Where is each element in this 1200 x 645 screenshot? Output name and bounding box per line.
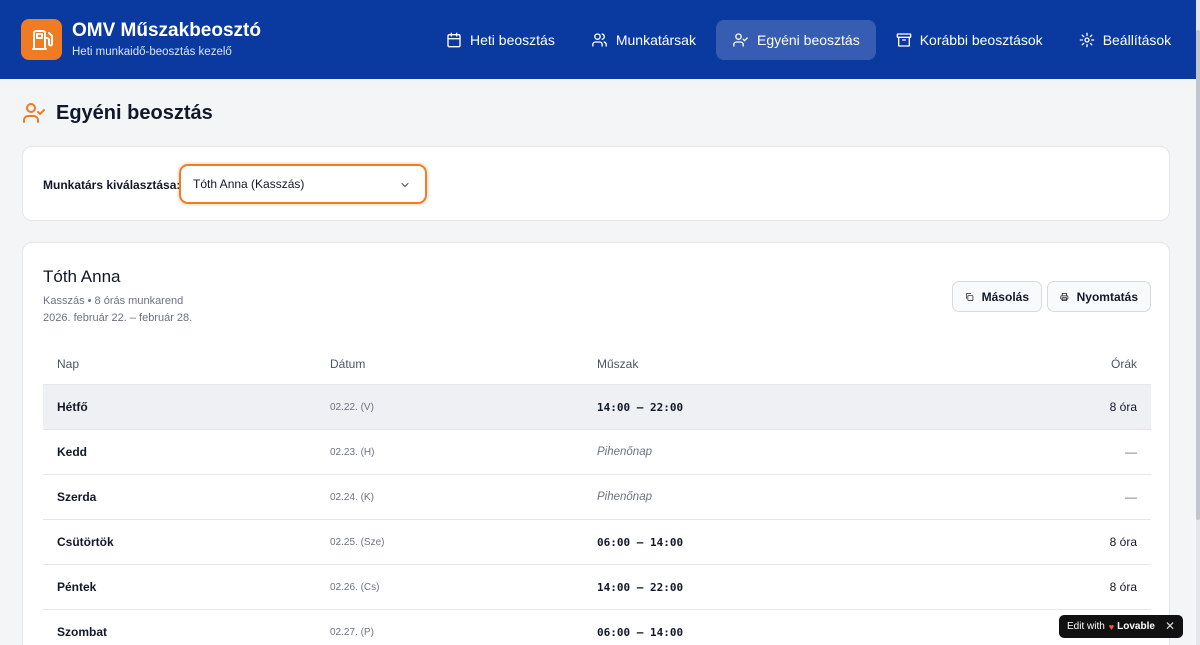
table-row: Szombat 02.27. (P) 06:00 – 14:00 [43, 610, 1151, 645]
users-icon [591, 33, 607, 47]
nav-item-beallitasok[interactable]: Beállítások [1063, 20, 1187, 60]
cell-hours: — [1125, 490, 1137, 504]
col-header-date: Dátum [330, 356, 366, 371]
scrollbar-thumb[interactable] [1196, 30, 1200, 520]
cell-day: Csütörtök [57, 535, 114, 549]
print-button[interactable]: Nyomtatás [1047, 281, 1151, 312]
cell-day: Kedd [57, 445, 87, 459]
nav-item-munkatarsak[interactable]: Munkatársak [575, 20, 712, 60]
employee-name: Tóth Anna [43, 267, 121, 286]
app-header: OMV Műszakbeosztó Heti munkaidő-beosztás… [0, 0, 1196, 79]
cell-date: 02.26. (Cs) [330, 581, 380, 593]
app-subtitle: Heti munkaidő-beosztás kezelő [72, 45, 232, 58]
copy-icon [966, 292, 974, 301]
cell-shift: 06:00 – 14:00 [597, 625, 684, 639]
brand[interactable]: OMV Műszakbeosztó Heti munkaidő-beosztás… [21, 19, 261, 60]
date-range: 2026. február 22. – február 28. [43, 312, 193, 324]
cell-hours: — [1125, 445, 1137, 459]
cell-hours: 8 óra [1109, 400, 1137, 414]
schedule-card: Tóth Anna Kasszás • 8 órás munkarend 202… [22, 242, 1170, 645]
cell-date: 02.24. (K) [330, 491, 374, 503]
user-check-icon [733, 33, 748, 47]
nav-label: Korábbi beosztások [919, 32, 1043, 48]
cell-day: Szerda [57, 490, 97, 504]
selector-label: Munkatárs kiválasztása: [43, 178, 181, 192]
copy-label: Másolás [981, 289, 1029, 304]
employee-role: Kasszás • 8 órás munkarend [43, 295, 184, 307]
nav-item-korabbi-beosztasok[interactable]: Korábbi beosztások [880, 20, 1059, 60]
chevron-down-icon [401, 182, 409, 188]
employee-select-value: Tóth Anna (Kasszás) [193, 177, 305, 191]
employee-meta: Kasszás • 8 órás munkarend 2026. február… [43, 293, 192, 327]
calendar-icon [447, 32, 461, 48]
cell-shift: Pihenőnap [597, 446, 652, 458]
gear-icon [1079, 32, 1095, 48]
cell-date: 02.27. (P) [330, 626, 374, 638]
nav-label: Egyéni beosztás [756, 32, 860, 48]
employee-select[interactable]: Tóth Anna (Kasszás) [179, 164, 427, 204]
employee-selector-card: Munkatárs kiválasztása: Tóth Anna (Kassz… [22, 146, 1170, 221]
edit-with-lovable-badge[interactable]: Edit with ♥ Lovable ✕ [1059, 615, 1183, 638]
badge-brand: Lovable [1117, 621, 1155, 632]
badge-prefix: Edit with [1067, 621, 1105, 632]
table-row: Szerda 02.24. (K) Pihenőnap — [43, 475, 1151, 520]
nav-item-egyeni-beosztas[interactable]: Egyéni beosztás [715, 20, 876, 60]
table-row: Péntek 02.26. (Cs) 14:00 – 22:00 8 óra [43, 565, 1151, 610]
cell-date: 02.23. (H) [330, 446, 375, 458]
page-title: Egyéni beosztás [56, 101, 213, 124]
cell-day: Hétfő [57, 400, 88, 414]
cell-shift: Pihenőnap [597, 491, 652, 503]
cell-date: 02.25. (Sze) [330, 536, 385, 548]
cell-shift: 06:00 – 14:00 [597, 535, 684, 549]
nav-label: Munkatársak [615, 32, 696, 48]
page-scrollbar[interactable] [1196, 0, 1200, 645]
nav-label: Beállítások [1102, 32, 1172, 48]
archive-icon [896, 33, 912, 47]
col-header-day: Nap [57, 356, 80, 371]
table-header: Nap Dátum Műszak Órák [43, 343, 1151, 385]
user-check-icon [23, 103, 45, 123]
cell-hours: 8 óra [1109, 535, 1137, 549]
app-title: OMV Műszakbeosztó [72, 19, 261, 41]
fuel-pump-icon [21, 19, 62, 60]
col-header-shift: Műszak [597, 356, 639, 371]
print-label: Nyomtatás [1076, 289, 1138, 304]
table-row: Hétfő 02.22. (V) 14:00 – 22:00 8 óra [43, 385, 1151, 430]
close-icon[interactable]: ✕ [1165, 619, 1175, 633]
cell-hours: 8 óra [1109, 580, 1137, 594]
cell-day: Péntek [57, 580, 97, 594]
copy-button[interactable]: Másolás [952, 281, 1042, 312]
schedule-table: Nap Dátum Műszak Órák Hétfő 02.22. (V) 1… [43, 343, 1151, 645]
lovable-heart-icon: ♥ [1108, 621, 1115, 632]
cell-day: Szombat [57, 625, 108, 639]
cell-date: 02.22. (V) [330, 401, 374, 413]
col-header-hours: Órák [1110, 356, 1137, 371]
printer-icon [1060, 292, 1069, 301]
main-nav: Heti beosztás Munkatársak Egyéni beosztá… [430, 20, 1191, 60]
page-header: Egyéni beosztás [22, 101, 213, 125]
table-row: Csütörtök 02.25. (Sze) 06:00 – 14:00 8 ó… [43, 520, 1151, 565]
table-row: Kedd 02.23. (H) Pihenőnap — [43, 430, 1151, 475]
cell-shift: 14:00 – 22:00 [597, 400, 684, 414]
cell-shift: 14:00 – 22:00 [597, 580, 684, 594]
nav-item-heti-beosztas[interactable]: Heti beosztás [430, 20, 571, 60]
nav-label: Heti beosztás [470, 32, 555, 48]
